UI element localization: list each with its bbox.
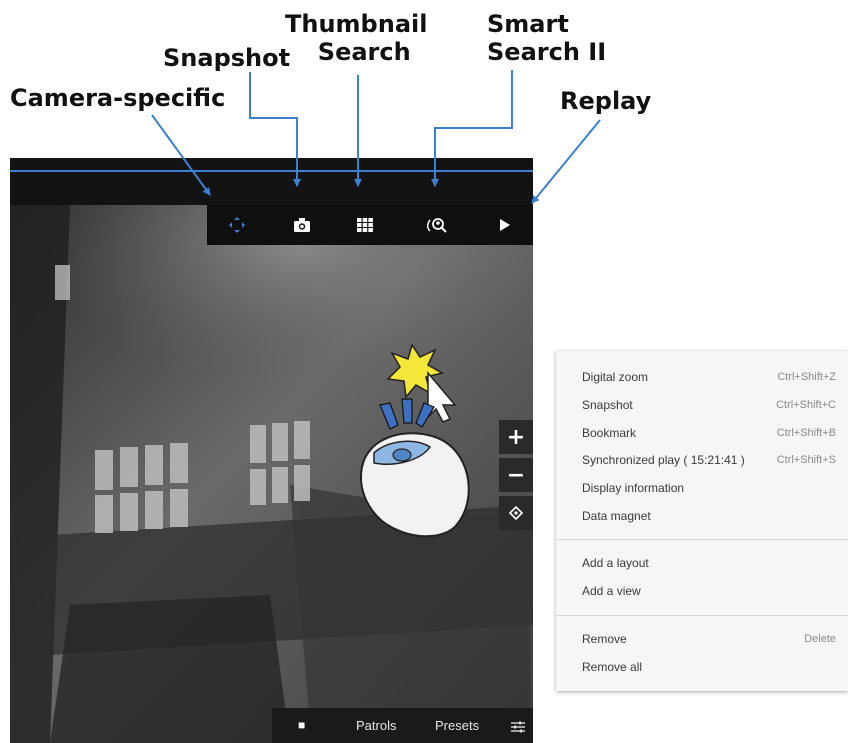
presets-button[interactable]: Presets bbox=[435, 708, 479, 743]
menu-item-digital-zoom[interactable]: Digital zoom Ctrl+Shift+Z bbox=[556, 364, 848, 390]
target-icon bbox=[509, 506, 523, 520]
callout-replay: Replay bbox=[560, 87, 652, 115]
menu-item-remove-all[interactable]: Remove all bbox=[556, 654, 848, 680]
thumbnail-search-button[interactable] bbox=[345, 205, 385, 245]
menu-item-remove[interactable]: Remove Delete bbox=[556, 626, 848, 652]
callout-camera-specific: Camera-specific bbox=[10, 84, 226, 112]
stop-button[interactable]: ■ bbox=[298, 708, 305, 743]
video-toolbar bbox=[207, 205, 533, 245]
snapshot-button[interactable] bbox=[282, 205, 322, 245]
video-window[interactable]: + − ■ Patrols Presets bbox=[10, 158, 533, 743]
menu-item-add-view[interactable]: Add a view bbox=[556, 578, 848, 604]
menu-item-bookmark[interactable]: Bookmark Ctrl+Shift+B bbox=[556, 420, 848, 446]
smart-search-button[interactable] bbox=[418, 205, 458, 245]
menu-separator bbox=[556, 539, 848, 540]
smart-search-icon bbox=[427, 218, 447, 233]
callout-snapshot: Snapshot bbox=[163, 44, 291, 72]
focus-button[interactable] bbox=[499, 496, 533, 530]
ptz-bottom-bar: ■ Patrols Presets bbox=[272, 708, 533, 743]
menu-item-display-information[interactable]: Display information › bbox=[556, 475, 848, 501]
menu-item-data-magnet[interactable]: Data magnet › bbox=[556, 503, 848, 529]
accent-line bbox=[10, 170, 533, 172]
patrols-button[interactable]: Patrols bbox=[356, 708, 396, 743]
zoom-out-button[interactable]: − bbox=[499, 458, 533, 492]
menu-separator bbox=[556, 615, 848, 616]
video-title-bar bbox=[10, 158, 533, 205]
menu-item-snapshot[interactable]: Snapshot Ctrl+Shift+C bbox=[556, 392, 848, 418]
plus-icon: + bbox=[506, 424, 526, 450]
camera-feed[interactable] bbox=[10, 205, 533, 743]
callout-thumbnail-search: Thumbnail Search bbox=[285, 10, 428, 66]
menu-item-synchronized-play[interactable]: Synchronized play ( 15:21:41 ) Ctrl+Shif… bbox=[556, 447, 848, 473]
grid-icon bbox=[357, 218, 373, 232]
camera-specific-button[interactable] bbox=[217, 205, 257, 245]
minus-icon: − bbox=[506, 462, 526, 488]
play-icon bbox=[500, 219, 510, 231]
menu-item-add-layout[interactable]: Add a layout bbox=[556, 550, 848, 576]
callout-smart-search: Smart Search II bbox=[487, 10, 607, 66]
context-menu: Digital zoom Ctrl+Shift+Z Snapshot Ctrl+… bbox=[556, 351, 848, 691]
settings-sliders-icon[interactable] bbox=[511, 708, 525, 743]
camera-icon bbox=[294, 218, 310, 232]
zoom-in-button[interactable]: + bbox=[499, 420, 533, 454]
ptz-move-icon bbox=[229, 217, 245, 233]
replay-button[interactable] bbox=[485, 205, 525, 245]
arrow-replay bbox=[531, 119, 601, 204]
